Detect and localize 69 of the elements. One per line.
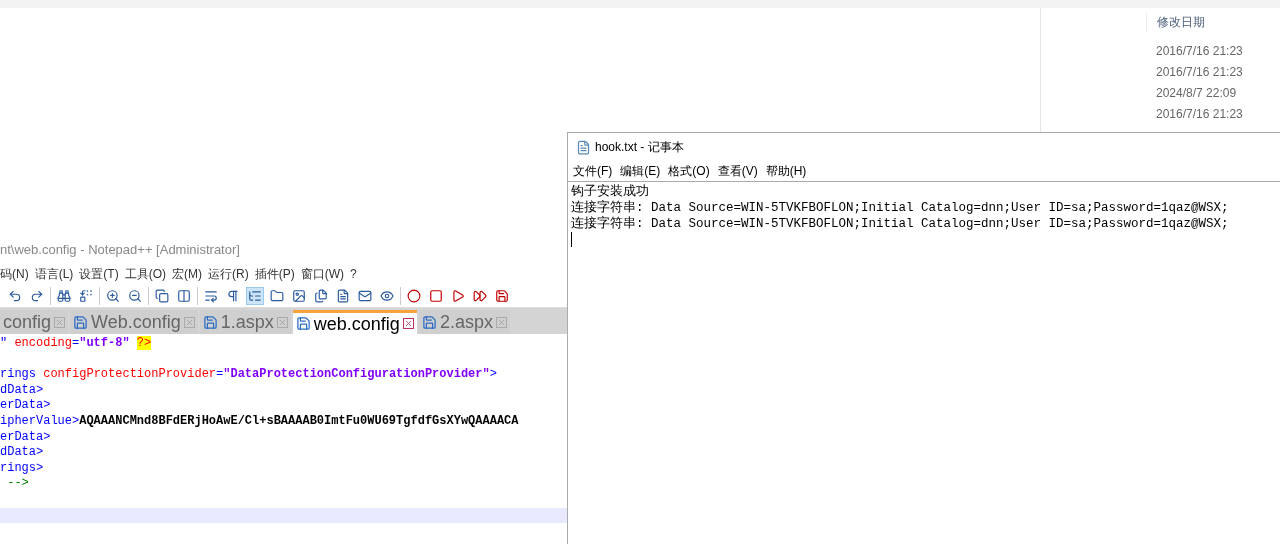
copy-icon xyxy=(155,288,169,303)
menu-item[interactable]: 工具(O) xyxy=(124,265,166,283)
zoom-out-icon xyxy=(128,288,142,303)
editor-tab[interactable]: 2.aspx xyxy=(418,310,510,334)
columns-icon xyxy=(177,288,191,303)
mail-icon xyxy=(358,288,372,303)
menu-item[interactable]: 文件(F) xyxy=(573,162,613,180)
editor-tab[interactable]: Web.config xyxy=(70,310,198,334)
play-icon xyxy=(451,288,465,303)
column-header[interactable]: 修改日期 xyxy=(1146,12,1280,32)
floppy-icon xyxy=(295,316,311,331)
binoculars-icon xyxy=(57,288,71,303)
indent-guide-button[interactable] xyxy=(246,286,264,305)
menu-item[interactable]: 设置(T) xyxy=(79,265,119,283)
fast-forward-icon xyxy=(473,288,487,303)
list-tree-icon xyxy=(248,288,262,303)
code-line: ipherValue>AQAAANCMnd8BFdERjHoAwE/Cl+sBAAAAB0ImtFu0WU69TgfdfGsXYwQAAAACA xyxy=(0,413,519,430)
image-icon xyxy=(292,288,306,303)
window-title: nt\web.config - Notepad++ [Administrator] xyxy=(0,241,240,260)
eye-icon xyxy=(380,288,394,303)
folder-icon xyxy=(270,288,284,303)
code-line: dData> xyxy=(0,382,44,399)
editor-tab[interactable]: 1.aspx xyxy=(199,310,291,334)
text-cursor xyxy=(571,232,572,247)
modified-date: 2016/7/16 21:23 xyxy=(1156,106,1244,123)
menu-item[interactable]: 宏(M) xyxy=(172,265,202,283)
menu-item[interactable]: 码(N) xyxy=(0,265,29,283)
close-icon[interactable] xyxy=(402,318,414,329)
floppy-icon xyxy=(73,314,89,330)
text-line: 钩子安装成功 xyxy=(571,184,649,200)
text-line: 连接字符串: Data Source=WIN-5TVKFBOFLON;Initial Catalog=dnn;User ID=sa;Password=1qaz@WSX; xyxy=(571,216,1229,232)
zoom-in-icon xyxy=(106,288,120,303)
code-line: dData> xyxy=(0,445,44,461)
menu-item[interactable]: 查看(V) xyxy=(717,162,758,180)
modified-date: 2016/7/16 21:23 xyxy=(1156,64,1244,81)
code-line: rings> xyxy=(0,460,44,477)
wrap-icon xyxy=(204,288,218,303)
files-icon xyxy=(314,288,328,303)
code-line: " encoding="utf-8" ?> xyxy=(0,336,152,352)
modified-date: 2024/8/7 22:09 xyxy=(1156,85,1238,102)
redo-icon xyxy=(30,288,44,303)
pilcrow-icon xyxy=(226,288,240,303)
menu-item[interactable]: 语言(L) xyxy=(34,265,74,283)
menu-item[interactable]: 格式(O) xyxy=(668,162,710,180)
menu-item[interactable]: 插件(P) xyxy=(254,265,295,283)
record-icon xyxy=(407,288,421,303)
stop-icon xyxy=(429,288,443,303)
code-line: erData> xyxy=(0,429,51,446)
menu-item[interactable]: 运行(R) xyxy=(208,265,249,283)
document-icon xyxy=(336,288,350,303)
text-line: 连接字符串: Data Source=WIN-5TVKFBOFLON;Initial Catalog=dnn;User ID=sa;Password=1qaz@WSX; xyxy=(571,200,1229,216)
code-line: erData> xyxy=(0,398,51,414)
code-line: --> xyxy=(6,476,29,492)
modified-date: 2016/7/16 21:23 xyxy=(1156,43,1244,60)
save-macro-icon xyxy=(495,288,509,303)
menu-item[interactable]: 帮助(H) xyxy=(765,162,807,180)
menu-item[interactable]: 窗口(W) xyxy=(300,265,344,283)
floppy-icon xyxy=(202,314,218,330)
menu-item[interactable]: ? xyxy=(350,265,357,283)
floppy-icon xyxy=(421,314,437,330)
text-area[interactable]: 钩子安装成功 连接字符串: Data Source=WIN-5TVKFBOFLON;Initial Catalog=dnn;User ID=sa;Password=1qaz@WSX; 连接字符串: Data Source=WIN-5TVKFBOFLON;Initial Catalog=dnn;User ID=sa;Password=1qaz@WSX; xyxy=(568,181,1280,544)
editor-tab[interactable]: config xyxy=(0,310,69,334)
undo-icon xyxy=(8,288,22,303)
replace-icon xyxy=(79,288,93,303)
editor-tab[interactable]: web.config xyxy=(292,310,417,334)
document-icon xyxy=(576,139,591,155)
code-line: rings configProtectionProvider="DataProtectionConfigurationProvider"> xyxy=(0,367,497,383)
window-title: hook.txt - 记事本 xyxy=(595,139,684,156)
menu-item[interactable]: 编辑(E) xyxy=(620,162,661,180)
